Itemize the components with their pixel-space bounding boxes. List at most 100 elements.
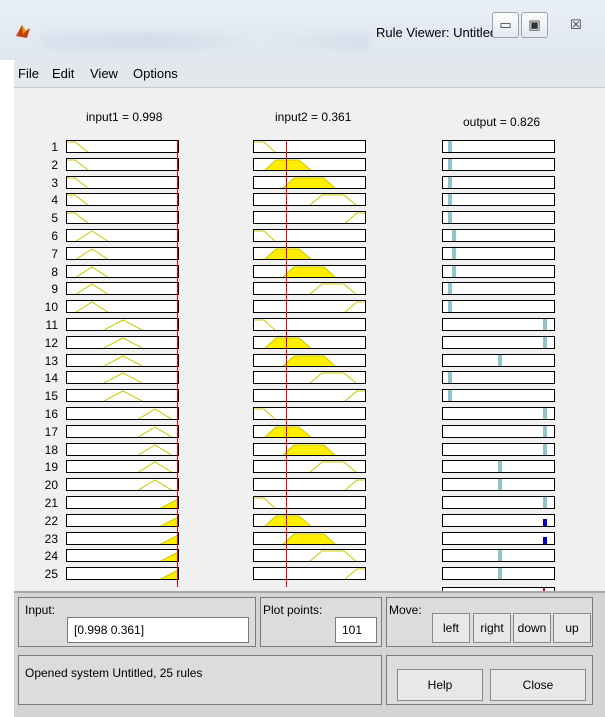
rule-number[interactable]: 23 <box>34 533 58 545</box>
input2-membership-shape <box>254 319 276 330</box>
rule-number[interactable]: 2 <box>34 159 58 171</box>
output-mf-row-plot <box>543 537 547 544</box>
input1-label: input1 = 0.998 <box>86 110 163 124</box>
input-panel: Input: [0.998 0.361] <box>18 597 256 647</box>
input2-membership-shape <box>254 497 276 508</box>
rule-number[interactable]: 17 <box>34 426 58 438</box>
input2-mf-row <box>253 496 366 509</box>
output-mf-row-plot <box>452 266 456 277</box>
menu-view[interactable]: View <box>90 66 118 81</box>
rule-number[interactable]: 10 <box>34 301 58 313</box>
rule-number[interactable]: 15 <box>34 390 58 402</box>
input2-mf-row-plot <box>282 444 336 455</box>
input1-membership-shape <box>75 301 109 312</box>
input2-mf-row <box>253 354 366 367</box>
output-mf-row <box>442 389 555 402</box>
input2-indicator-line[interactable] <box>286 140 287 587</box>
rule-number[interactable]: 20 <box>34 479 58 491</box>
input1-membership-shape <box>102 355 144 366</box>
close-button[interactable]: Close <box>490 669 586 701</box>
input2-mf-row <box>253 389 366 402</box>
rule-number[interactable]: 4 <box>34 194 58 206</box>
output-label: output = 0.826 <box>463 115 541 129</box>
rule-number[interactable]: 24 <box>34 550 58 562</box>
output-mf-row <box>442 300 555 313</box>
input1-mf-row-plot <box>75 266 109 277</box>
move-down-button[interactable]: down <box>513 613 551 643</box>
rule-number[interactable]: 12 <box>34 337 58 349</box>
input1-mf-row-plot <box>67 141 89 152</box>
input2-mf-row <box>253 176 366 189</box>
input1-mf-row <box>66 354 179 367</box>
rule-number[interactable]: 11 <box>34 319 58 331</box>
input2-membership-shape <box>344 212 365 223</box>
input1-mf-row <box>66 282 179 295</box>
rule-number[interactable]: 14 <box>34 372 58 384</box>
input2-mf-row-plot <box>264 337 312 348</box>
menu-options[interactable]: Options <box>133 66 178 81</box>
output-mf-row-plot <box>543 408 547 419</box>
output-mf-row <box>442 229 555 242</box>
input1-membership-shape <box>67 159 89 170</box>
rule-number[interactable]: 19 <box>34 461 58 473</box>
rule-number[interactable]: 6 <box>34 230 58 242</box>
input2-mf-row-plot <box>282 266 336 277</box>
rule-number[interactable]: 13 <box>34 355 58 367</box>
title-bar: Rule Viewer: Untitled ▭ ▣ ☒ <box>0 0 605 60</box>
input1-membership-shape <box>102 319 144 330</box>
output-bar <box>452 248 456 259</box>
maximize-button[interactable]: ▣ <box>521 12 548 38</box>
plot-points-field[interactable]: 101 <box>335 617 377 643</box>
close-icon: ☒ <box>570 17 582 32</box>
input1-mf-row-plot <box>159 534 178 544</box>
input1-membership-shape <box>137 408 173 419</box>
input1-mf-row <box>66 443 179 456</box>
rule-number[interactable]: 8 <box>34 266 58 278</box>
rule-number[interactable]: 16 <box>34 408 58 420</box>
maximize-icon: ▣ <box>528 17 541 32</box>
output-bar <box>448 301 452 312</box>
output-mf-row <box>442 425 555 438</box>
input-field[interactable]: [0.998 0.361] <box>67 617 249 643</box>
output-bar <box>543 537 547 544</box>
output-bar <box>543 497 547 508</box>
rule-number[interactable]: 1 <box>34 141 58 153</box>
output-bar <box>448 283 452 294</box>
input1-mf-row <box>66 478 179 491</box>
rule-number[interactable]: 5 <box>34 212 58 224</box>
close-window-button[interactable]: ☒ <box>553 12 599 38</box>
minimize-button[interactable]: ▭ <box>492 12 519 38</box>
status-panel: Opened system Untitled, 25 rules <box>18 655 382 705</box>
move-up-button[interactable]: up <box>553 613 591 643</box>
input2-mf-row-plot <box>309 283 357 294</box>
input2-membership-shape <box>344 301 365 312</box>
input2-mf-row-plot <box>264 159 312 170</box>
input2-membership-shape <box>309 283 357 294</box>
input2-mf-row-plot <box>282 533 336 544</box>
rule-number[interactable]: 22 <box>34 515 58 527</box>
output-bar <box>448 177 452 188</box>
input1-mf-row-plot <box>75 283 109 294</box>
input1-membership-shape <box>159 534 178 544</box>
rule-number[interactable]: 25 <box>34 568 58 580</box>
rule-number[interactable]: 7 <box>34 248 58 260</box>
rule-number[interactable]: 21 <box>34 497 58 509</box>
rule-number[interactable]: 9 <box>34 283 58 295</box>
input2-mf-row <box>253 158 366 171</box>
input2-mf-row-plot <box>254 408 276 419</box>
menu-edit[interactable]: Edit <box>52 66 74 81</box>
plot-points-label: Plot points: <box>263 603 323 617</box>
input2-mf-row <box>253 460 366 473</box>
input2-membership-shape <box>309 194 357 205</box>
help-button[interactable]: Help <box>397 669 483 701</box>
move-left-button[interactable]: left <box>432 613 470 643</box>
matlab-icon <box>16 25 30 38</box>
rule-number[interactable]: 3 <box>34 177 58 189</box>
move-right-button[interactable]: right <box>473 613 511 643</box>
menu-file[interactable]: File <box>18 66 39 81</box>
input2-mf-row-plot <box>309 194 357 205</box>
input2-mf-row-plot <box>344 479 365 490</box>
input1-indicator-line[interactable] <box>177 140 178 587</box>
input1-mf-row <box>66 532 179 545</box>
rule-number[interactable]: 18 <box>34 444 58 456</box>
